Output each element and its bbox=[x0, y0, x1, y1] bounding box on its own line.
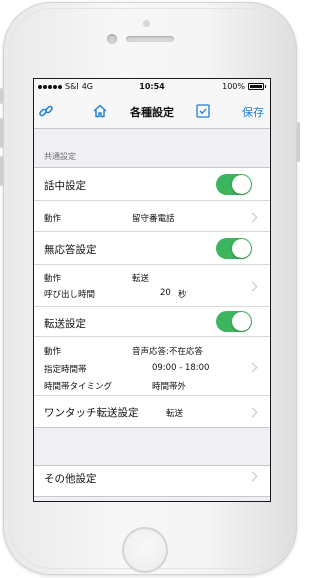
forward-setting-row: 転送設定 bbox=[34, 307, 270, 337]
one-touch-forward-label: ワンタッチ転送設定 bbox=[44, 407, 139, 419]
section-header-common: 共通設定 bbox=[34, 129, 270, 167]
no-answer-setting-row: 無応答設定 bbox=[34, 232, 270, 265]
no-answer-setting-toggle[interactable] bbox=[216, 238, 252, 259]
ring-time-value: 20 bbox=[160, 288, 171, 298]
ring-time-key: 呼び出し時間 bbox=[44, 290, 96, 300]
settings-list: 共通設定 話中設定 動作 留守番電話 無応答設定 動作 転送 呼び出し時間 20… bbox=[34, 129, 270, 497]
mute-switch bbox=[0, 88, 3, 104]
forward-detail-row[interactable]: 動作 音声応答:不在応答 指定時間帯 09:00 - 18:00 時間帯タイミン… bbox=[34, 337, 270, 396]
common-settings-group: 話中設定 動作 留守番電話 無応答設定 動作 転送 呼び出し時間 20 秒 転送… bbox=[34, 167, 270, 428]
chevron-right-icon bbox=[247, 281, 258, 292]
one-touch-forward-value: 転送 bbox=[166, 409, 184, 419]
forward-setting-toggle[interactable] bbox=[216, 311, 252, 332]
ring-time-unit: 秒 bbox=[178, 290, 187, 300]
forward-setting-label: 転送設定 bbox=[44, 318, 86, 330]
busy-action-key: 動作 bbox=[44, 214, 62, 224]
battery-icon bbox=[248, 83, 264, 90]
proximity-sensor bbox=[143, 20, 150, 27]
chevron-right-icon bbox=[247, 407, 258, 418]
no-answer-setting-label: 無応答設定 bbox=[44, 244, 97, 256]
chevron-right-icon bbox=[247, 362, 258, 373]
busy-setting-toggle[interactable] bbox=[216, 174, 252, 195]
one-touch-forward-row[interactable]: ワンタッチ転送設定 転送 bbox=[34, 396, 270, 427]
busy-action-row[interactable]: 動作 留守番電話 bbox=[34, 201, 270, 232]
other-settings-group: その他設定 bbox=[34, 465, 270, 497]
no-answer-action-value: 転送 bbox=[132, 274, 150, 284]
timing-value: 時間帯外 bbox=[152, 382, 187, 392]
timing-key: 時間帯タイミング bbox=[44, 382, 113, 392]
earpiece-speaker bbox=[126, 36, 174, 42]
power-button bbox=[297, 122, 300, 162]
volume-up-button bbox=[0, 118, 3, 148]
forward-action-key: 動作 bbox=[44, 347, 62, 357]
volume-down-button bbox=[0, 156, 3, 186]
time-range-value: 09:00 - 18:00 bbox=[152, 363, 210, 373]
busy-setting-row: 話中設定 bbox=[34, 168, 270, 201]
navigation-bar: 各種設定 保存 bbox=[34, 95, 270, 129]
no-answer-detail-row[interactable]: 動作 転送 呼び出し時間 20 秒 bbox=[34, 265, 270, 307]
battery-info: 100% bbox=[222, 82, 266, 91]
battery-tip bbox=[265, 85, 266, 88]
section-label-common: 共通設定 bbox=[44, 152, 76, 161]
home-button[interactable] bbox=[122, 527, 168, 573]
chevron-right-icon bbox=[247, 471, 258, 482]
busy-setting-label: 話中設定 bbox=[44, 180, 86, 192]
forward-action-value: 音声応答:不在応答 bbox=[132, 347, 203, 357]
time-range-key: 指定時間帯 bbox=[44, 365, 87, 375]
other-settings-label: その他設定 bbox=[44, 473, 97, 485]
battery-percent: 100% bbox=[222, 82, 245, 91]
page-title: 各種設定 bbox=[130, 106, 174, 119]
app-screen: S&I 4G 10:54 100% 各種設定 保存 共通設定 話中設定 動作 留… bbox=[33, 78, 271, 502]
no-answer-action-key: 動作 bbox=[44, 274, 62, 284]
chevron-right-icon bbox=[247, 212, 258, 223]
busy-action-value: 留守番電話 bbox=[132, 214, 175, 224]
save-button[interactable]: 保存 bbox=[242, 104, 264, 120]
checkbox-icon[interactable] bbox=[195, 103, 211, 119]
front-camera bbox=[107, 34, 117, 44]
status-bar: S&I 4G 10:54 100% bbox=[34, 79, 270, 95]
other-settings-row[interactable]: その他設定 bbox=[34, 466, 270, 496]
